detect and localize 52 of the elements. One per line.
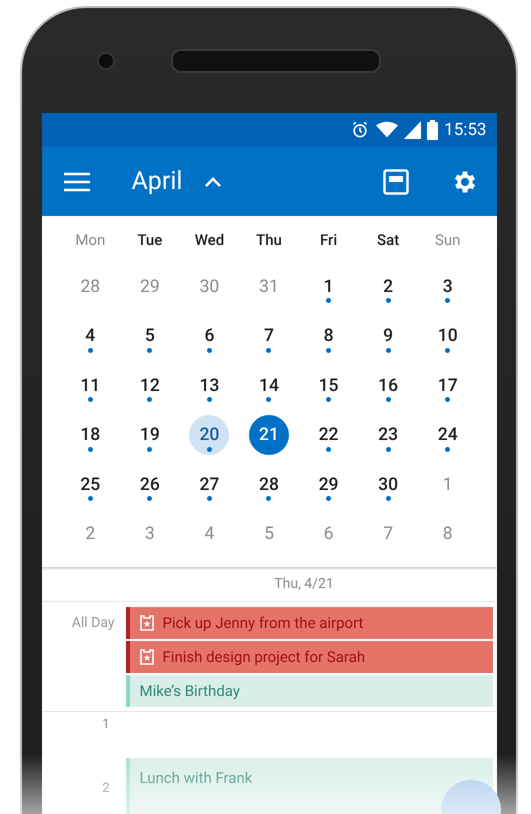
signal-icon <box>404 121 422 139</box>
calendar-day[interactable]: 5 <box>130 316 170 356</box>
calendar-day[interactable]: 16 <box>368 366 408 406</box>
calendar-day[interactable]: 22 <box>308 415 349 456</box>
wifi-icon <box>376 121 398 139</box>
calendar-day[interactable]: 1 <box>308 266 349 307</box>
calendar-day[interactable]: 29 <box>308 464 349 505</box>
weekday-label: Wed <box>194 230 226 251</box>
battery-icon <box>427 120 438 140</box>
hour-label: 1 <box>101 716 110 734</box>
month-title: April <box>132 167 182 196</box>
all-day-label: All Day <box>70 614 116 633</box>
weekday-label: Thu <box>255 230 283 251</box>
view-toggle-button[interactable] <box>382 168 408 194</box>
weekday-label: Tue <box>136 230 164 251</box>
calendar-day[interactable]: 3 <box>428 266 468 307</box>
calendar-day[interactable]: 20 <box>189 415 230 456</box>
calendar-day[interactable]: 23 <box>368 415 408 456</box>
collapse-button[interactable] <box>204 176 222 188</box>
weekday-label: Sat <box>376 230 400 251</box>
calendar-day[interactable]: 17 <box>428 366 468 406</box>
calendar-day[interactable]: 9 <box>368 316 408 356</box>
calendar-day[interactable]: 19 <box>130 415 170 456</box>
calendar-day[interactable]: 24 <box>428 415 468 456</box>
agenda-date: Thu, 4/21 <box>274 576 334 592</box>
camera-icon <box>97 52 115 70</box>
calendar-day[interactable]: 2 <box>368 266 408 307</box>
task-icon <box>140 615 154 631</box>
calendar-day[interactable]: 11 <box>70 366 110 406</box>
calendar-day[interactable]: 6 <box>189 316 230 356</box>
weekday-label: Fri <box>318 230 338 251</box>
weekday-label: Mon <box>74 230 106 251</box>
calendar-day[interactable]: 14 <box>248 366 289 406</box>
calendar-day[interactable]: 15 <box>308 366 349 406</box>
calendar-day[interactable]: 26 <box>130 464 170 505</box>
calendar-day[interactable]: 7 <box>248 316 289 356</box>
calendar-day[interactable]: 18 <box>70 415 110 456</box>
calendar-day[interactable]: 21 <box>248 415 289 456</box>
calendar-day[interactable]: 4 <box>70 316 110 356</box>
calendar-day[interactable]: 8 <box>308 316 349 356</box>
calendar-day[interactable]: 13 <box>189 366 230 406</box>
calendar-day[interactable]: 28 <box>248 464 289 505</box>
calendar-day[interactable]: 10 <box>428 316 468 356</box>
task-icon <box>140 649 154 665</box>
calendar-day[interactable]: 12 <box>130 366 170 406</box>
weekday-label: Sun <box>434 230 462 251</box>
status-time: 15:53 <box>444 120 486 140</box>
calendar-day[interactable]: 27 <box>189 464 230 505</box>
hour-label: 2 <box>101 780 110 798</box>
menu-button[interactable] <box>64 172 90 192</box>
calendar-day[interactable]: 25 <box>70 464 110 505</box>
calendar-day[interactable]: 30 <box>368 464 408 505</box>
